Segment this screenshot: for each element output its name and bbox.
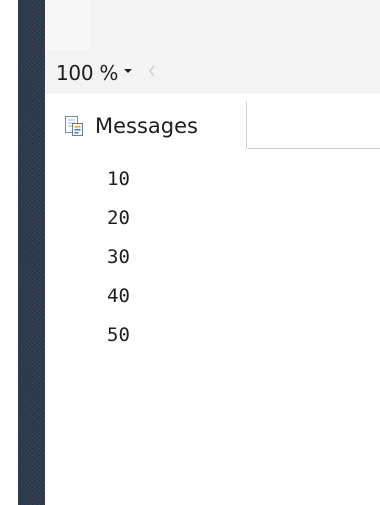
messages-output: 10 20 30 40 50 xyxy=(107,160,130,355)
message-line: 20 xyxy=(107,207,130,229)
zoom-bar: 100 % xyxy=(45,50,380,94)
message-line: 10 xyxy=(107,168,130,190)
messages-icon xyxy=(64,115,84,137)
tab-messages[interactable]: Messages xyxy=(47,102,247,149)
left-side-bar xyxy=(18,0,45,505)
window-margin xyxy=(0,0,18,505)
chevron-down-icon[interactable] xyxy=(124,69,132,73)
message-line: 40 xyxy=(107,285,130,307)
editor-gutter xyxy=(45,0,89,50)
tab-messages-label: Messages xyxy=(95,114,198,138)
message-line: 30 xyxy=(107,246,130,268)
query-editor-area[interactable] xyxy=(45,0,380,50)
zoom-level-value: 100 % xyxy=(56,61,119,85)
zoom-level-dropdown[interactable]: 100 % xyxy=(55,59,135,85)
results-tab-strip xyxy=(248,148,380,149)
message-line: 50 xyxy=(107,324,130,346)
scroll-left-arrow-icon[interactable] xyxy=(146,63,158,79)
